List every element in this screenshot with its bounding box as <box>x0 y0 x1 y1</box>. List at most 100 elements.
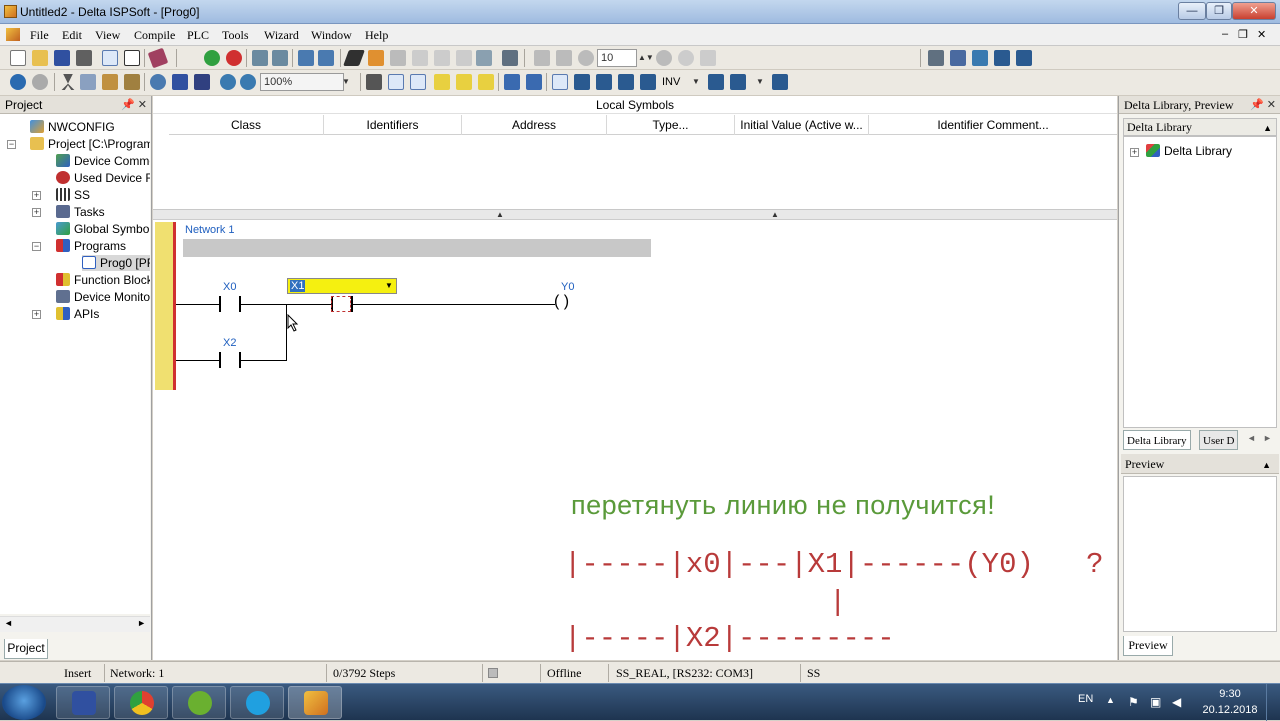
zoom-in-icon[interactable] <box>220 74 236 90</box>
refresh-icon[interactable] <box>678 50 694 66</box>
tree-collapse-icon[interactable]: − <box>7 140 16 149</box>
tab-scroll-right-icon[interactable]: ► <box>1263 433 1272 443</box>
tree-item-ss[interactable]: SS <box>56 187 90 203</box>
contact-nc-icon[interactable] <box>596 74 612 90</box>
tree-item-used-device[interactable]: Used Device R <box>56 170 150 186</box>
library-pin-close-icon[interactable]: 📌 ✕ <box>1250 96 1276 114</box>
contact-no-icon[interactable] <box>574 74 590 90</box>
comment-icon[interactable] <box>410 74 426 90</box>
mdi-restore-button[interactable]: ❐ <box>1238 28 1248 41</box>
disabled-icon-1[interactable] <box>412 50 428 66</box>
open-folder-icon[interactable] <box>32 50 48 66</box>
flag-icon[interactable]: ⚑ <box>1128 695 1139 709</box>
grid-icon-2[interactable] <box>1016 50 1032 66</box>
minimize-button[interactable]: — <box>1178 2 1206 20</box>
wire-dropdown-icon[interactable]: ▼ <box>754 73 766 91</box>
monitor-icon[interactable] <box>390 50 406 66</box>
tab-user-defined[interactable]: User D <box>1199 430 1239 450</box>
language-indicator[interactable]: EN <box>1078 693 1093 705</box>
tab-preview[interactable]: Preview <box>1123 636 1173 656</box>
block-icon[interactable] <box>772 74 788 90</box>
wire-h-icon[interactable] <box>708 74 724 90</box>
save-icon[interactable] <box>54 50 70 66</box>
cut-icon[interactable] <box>61 74 75 90</box>
y0-label[interactable]: Y0 <box>561 281 574 293</box>
network-comment-field[interactable] <box>183 239 651 257</box>
x1-selection-box[interactable] <box>331 296 351 312</box>
layout-icon[interactable] <box>102 50 118 66</box>
pointer-icon[interactable] <box>552 74 568 90</box>
mdi-minimize-button[interactable]: – <box>1222 28 1228 40</box>
y0-coil[interactable]: ( ) <box>554 293 569 311</box>
pane-splitter[interactable]: ▲ ▲ <box>153 210 1117 220</box>
zoom-select[interactable]: 100% <box>260 73 344 91</box>
inv-button[interactable]: INV <box>662 74 686 90</box>
splitter-up-icon-2[interactable]: ▲ <box>771 210 779 219</box>
run-icon[interactable] <box>204 50 220 66</box>
tab-delta-library[interactable]: Delta Library <box>1123 430 1191 450</box>
edit-icon-3[interactable] <box>478 74 494 90</box>
maximize-button[interactable]: ❐ <box>1206 2 1232 20</box>
step-icon-2[interactable] <box>556 50 572 66</box>
clock-time[interactable]: 9:30 <box>1200 688 1260 700</box>
network-icon[interactable] <box>502 50 518 66</box>
replace-icon[interactable] <box>172 74 188 90</box>
tree-item-apis[interactable]: APIs <box>56 306 99 322</box>
ladder-editor[interactable]: Network 1 X0 X1 ▼ Y0 ( ) X2 перетянуть л… <box>153 220 1117 660</box>
disabled-icon-2[interactable] <box>434 50 450 66</box>
tab-scroll-left-icon[interactable]: ◄ <box>1247 433 1256 443</box>
x0-label[interactable]: X0 <box>223 281 236 293</box>
online-icon[interactable] <box>368 50 384 66</box>
step-spin-icon[interactable]: ▲▼ <box>638 49 654 67</box>
record-icon[interactable] <box>656 50 672 66</box>
menu-edit[interactable]: Edit <box>62 28 82 43</box>
upload-icon[interactable] <box>272 50 288 66</box>
back-icon[interactable] <box>10 74 26 90</box>
close-button[interactable]: ✕ <box>1232 2 1276 20</box>
menu-help[interactable]: Help <box>365 28 388 43</box>
rising-edge-icon[interactable] <box>618 74 634 90</box>
panel-pin-close-icon[interactable]: 📌 ✕ <box>121 96 147 114</box>
device-icon[interactable] <box>950 50 966 66</box>
x2-label[interactable]: X2 <box>223 337 236 349</box>
volume-icon[interactable]: ◀ <box>1172 695 1181 709</box>
menu-plc[interactable]: PLC <box>187 28 209 43</box>
collapse-up-icon[interactable]: ▲ <box>1263 120 1272 136</box>
mode-icon[interactable] <box>366 74 382 90</box>
menu-file[interactable]: File <box>30 28 49 43</box>
tree-collapse-icon[interactable]: − <box>32 242 41 251</box>
eraser-icon[interactable] <box>147 47 169 69</box>
column-initial-value[interactable]: Initial Value (Active w... <box>735 115 869 135</box>
inv-dropdown-icon[interactable]: ▼ <box>690 73 702 91</box>
coil-icon[interactable] <box>640 74 656 90</box>
mdi-close-button[interactable]: ✕ <box>1257 28 1266 41</box>
tree-item-prog0[interactable]: Prog0 [PR <box>82 255 150 271</box>
edit-icon-1[interactable] <box>434 74 450 90</box>
tree-item-nwconfig[interactable]: NWCONFIG <box>30 119 115 135</box>
menu-tools[interactable]: Tools <box>222 28 249 43</box>
tree-item-tasks[interactable]: Tasks <box>56 204 105 220</box>
stop-icon[interactable] <box>226 50 242 66</box>
print-icon[interactable] <box>76 50 92 66</box>
taskbar-save-app[interactable] <box>56 686 110 719</box>
taskbar-ispsoft[interactable] <box>288 686 342 719</box>
lamp-icon[interactable] <box>456 50 472 66</box>
taskbar-utorrent[interactable] <box>172 686 226 719</box>
tree-item-device-monitor[interactable]: Device Monitor <box>56 289 150 305</box>
column-type[interactable]: Type... <box>607 115 735 135</box>
menu-window[interactable]: Window <box>311 28 352 43</box>
menu-view[interactable]: View <box>95 28 120 43</box>
tree-item-device-comments[interactable]: Device Comme <box>56 153 150 169</box>
tree-expand-icon[interactable]: + <box>32 208 41 217</box>
tab-project[interactable]: Project <box>4 639 48 659</box>
paste-icon[interactable] <box>102 74 118 90</box>
grid-icon-1[interactable] <box>994 50 1010 66</box>
connect-icon[interactable] <box>343 50 365 66</box>
x1-dropdown-icon[interactable]: ▼ <box>382 279 396 293</box>
tree-item-function-block[interactable]: Function Block <box>56 272 150 288</box>
document-icon[interactable] <box>6 28 20 41</box>
start-button[interactable] <box>2 685 46 720</box>
taskbar-skype[interactable] <box>230 686 284 719</box>
library-expand-icon[interactable]: + <box>1130 148 1139 157</box>
step-icon-1[interactable] <box>534 50 550 66</box>
